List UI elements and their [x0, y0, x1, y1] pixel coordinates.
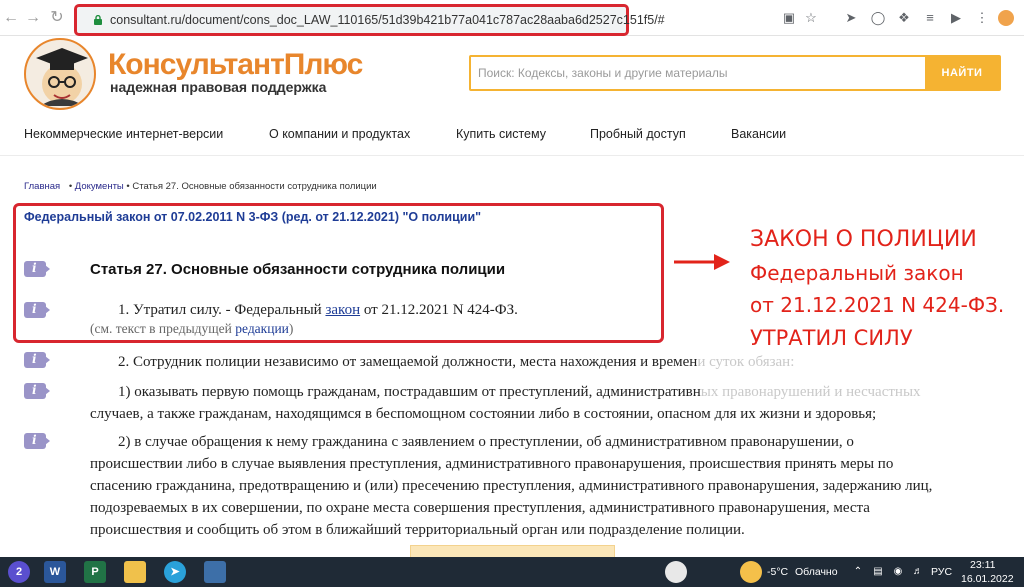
- chevron-up-icon[interactable]: ⌃: [852, 566, 864, 578]
- weather-text: Облачно: [795, 566, 838, 578]
- menu-dots-icon[interactable]: ⋮: [974, 10, 990, 26]
- logo-emblem[interactable]: [24, 38, 96, 110]
- annotation-line-4: УТРАТИЛ СИЛУ: [750, 326, 913, 350]
- clock-time[interactable]: 23:11: [970, 559, 996, 571]
- logo-name[interactable]: КонсультантПлюс: [108, 48, 363, 82]
- profile-avatar[interactable]: [998, 10, 1014, 26]
- annotation-line-3: от 21.12.2021 N 424-ФЗ.: [750, 293, 1005, 317]
- law-link[interactable]: закон: [325, 302, 360, 318]
- info-icon[interactable]: [24, 261, 50, 277]
- note-text-end: ): [288, 321, 294, 336]
- logo-tagline: надежная правовая поддержка: [110, 79, 327, 95]
- paragraph-2-faded: и суток обязан:: [697, 354, 795, 370]
- paragraph-4-line1: 2) в случае обращения к нему гражданина …: [118, 434, 854, 450]
- info-icon[interactable]: [24, 352, 50, 368]
- previous-edition-note: (см. текст в предыдущей редакции): [90, 321, 293, 337]
- search-box: НАЙТИ: [469, 55, 1001, 91]
- chrome-icon[interactable]: [665, 561, 687, 583]
- breadcrumb-separator: •: [126, 181, 130, 192]
- address-bar[interactable]: consultant.ru/document/cons_doc_LAW_1101…: [74, 4, 665, 36]
- puzzle-icon[interactable]: ❖: [896, 10, 912, 26]
- info-icon[interactable]: [24, 433, 50, 449]
- translate-icon[interactable]: ▣: [781, 10, 797, 26]
- paragraph-4: 2) в случае обращения к нему гражданина …: [90, 431, 990, 541]
- arrow-left-icon[interactable]: ←: [2, 9, 20, 27]
- breadcrumb-current: Статья 27. Основные обязанности сотрудни…: [132, 181, 377, 192]
- publisher-icon[interactable]: P: [84, 561, 106, 583]
- menu-item-vacancies[interactable]: Вакансии: [731, 127, 786, 141]
- breadcrumb: Главная • Документы • Статья 27. Основны…: [24, 181, 377, 192]
- star-icon[interactable]: ☆: [803, 10, 819, 26]
- article-title: Статья 27. Основные обязанности сотрудни…: [90, 261, 506, 278]
- law-title[interactable]: Федеральный закон от 07.02.2011 N 3-ФЗ (…: [24, 210, 481, 224]
- paragraph-4-line2: происшествии либо в случае выявления пре…: [90, 456, 894, 472]
- paragraph-1-text-end: от 21.12.2021 N 424-ФЗ.: [360, 302, 518, 318]
- paragraph-1: 1. Утратил силу. - Федеральный закон от …: [118, 302, 518, 319]
- promo-box[interactable]: [410, 545, 615, 557]
- paragraph-1-text: 1. Утратил силу. - Федеральный: [118, 302, 326, 318]
- search-input[interactable]: [471, 57, 927, 89]
- rocket-icon[interactable]: ➤: [843, 10, 859, 26]
- annotation-line-1: ЗАКОН О ПОЛИЦИИ: [750, 227, 977, 252]
- breadcrumb-home[interactable]: Главная: [24, 181, 60, 192]
- menu-item-trial[interactable]: Пробный доступ: [590, 127, 686, 141]
- word-icon[interactable]: W: [44, 561, 66, 583]
- info-icon[interactable]: [24, 302, 50, 318]
- paragraph-2: 2. Сотрудник полиции независимо от замещ…: [118, 351, 1018, 373]
- paragraph-4-line5: происшествия и сообщить об этом в ближай…: [90, 522, 745, 538]
- lock-icon: [94, 15, 102, 25]
- menu-divider: [0, 155, 1024, 156]
- menu-item-noncommercial[interactable]: Некоммерческие интернет-версии: [24, 127, 223, 141]
- info-icon[interactable]: [24, 383, 50, 399]
- notification-badge[interactable]: 2: [8, 561, 30, 583]
- arrow-right-icon[interactable]: →: [24, 9, 42, 27]
- search-button[interactable]: НАЙТИ: [925, 55, 999, 91]
- shield-icon[interactable]: ◯: [870, 10, 886, 26]
- annotation-line-2: Федеральный закон: [750, 261, 964, 285]
- reload-icon[interactable]: ↻: [48, 9, 66, 27]
- weather-icon: [740, 561, 762, 583]
- paragraph-2-text: 2. Сотрудник полиции независимо от замещ…: [118, 354, 698, 370]
- paragraph-3-line2: случаев, а также гражданам, находящимся …: [90, 406, 877, 422]
- wifi-icon[interactable]: ◉: [892, 566, 904, 578]
- telegram-icon[interactable]: ➤: [164, 561, 186, 583]
- weather-temp: -5°C: [767, 566, 789, 578]
- browser-toolbar: ← → ↻ consultant.ru/document/cons_doc_LA…: [0, 0, 1024, 36]
- taskbar: 2 W P ➤ -5°C Облачно ⌃ ▤ ◉ ♬ РУС 23:11 1…: [0, 557, 1024, 587]
- menu-item-company[interactable]: О компании и продуктах: [269, 127, 410, 141]
- edition-link[interactable]: редакции: [235, 321, 289, 336]
- paragraph-3-faded: ых правонарушений и несчастных: [700, 384, 921, 400]
- paragraph-4-line4: подозреваемых в их совершении, по охране…: [90, 500, 870, 516]
- paragraph-4-line3: спасению гражданина, предотвращению и (и…: [90, 478, 933, 494]
- menu-item-buy[interactable]: Купить систему: [456, 127, 546, 141]
- playlist-icon[interactable]: ≡: [922, 10, 938, 26]
- volume-icon[interactable]: ♬: [912, 566, 924, 578]
- arrow-right-icon: [674, 254, 730, 270]
- app-icon[interactable]: [204, 561, 226, 583]
- clock-date[interactable]: 16.01.2022: [961, 573, 1014, 585]
- url-text: consultant.ru/document/cons_doc_LAW_1101…: [110, 13, 665, 27]
- professor-logo-icon: [36, 48, 88, 106]
- paragraph-3-line1: 1) оказывать первую помощь гражданам, по…: [118, 384, 701, 400]
- breadcrumb-separator: •: [68, 181, 73, 192]
- breadcrumb-documents[interactable]: Документы: [75, 181, 124, 192]
- folder-icon[interactable]: [124, 561, 146, 583]
- paragraph-3: 1) оказывать первую помощь гражданам, по…: [90, 381, 990, 425]
- note-text: (см. текст в предыдущей: [90, 321, 236, 336]
- play-icon[interactable]: ▶: [948, 10, 964, 26]
- language-indicator[interactable]: РУС: [931, 566, 952, 578]
- network-icon[interactable]: ▤: [872, 566, 884, 578]
